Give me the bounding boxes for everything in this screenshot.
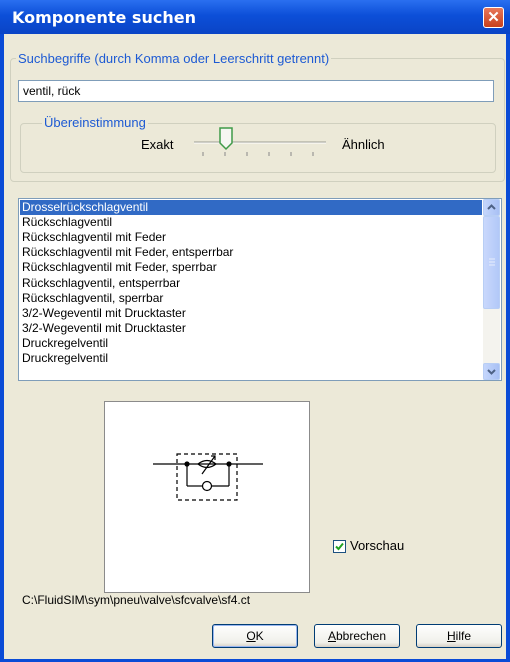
scroll-down-button[interactable] [483, 363, 500, 380]
close-button[interactable]: ✕ [483, 7, 504, 28]
list-item[interactable]: 3/2-Wegeventil mit Drucktaster [20, 321, 482, 336]
exact-label: Exakt [141, 137, 174, 152]
list-item[interactable]: Rückschlagventil mit Feder, entsperrbar [20, 245, 482, 260]
list-item[interactable]: Drosselrückschlagventil [20, 200, 482, 215]
symbol-preview [104, 401, 310, 593]
arrow-up-icon [487, 204, 496, 210]
list-item[interactable]: Druckregelventil [20, 351, 482, 366]
cancel-mnemonic: A [327, 629, 336, 643]
vertical-scrollbar[interactable] [483, 199, 500, 380]
preview-checkbox-label: Vorschau [350, 538, 405, 553]
help-mnemonic: H [446, 629, 456, 643]
dialog-body: Suchbegriffe (durch Komma oder Leerschri… [4, 34, 506, 659]
similar-label: Ähnlich [342, 137, 385, 152]
list-item[interactable]: 3/2-Wegeventil mit Drucktaster [20, 306, 482, 321]
close-icon: ✕ [487, 9, 500, 26]
component-path: C:\FluidSIM\sym\pneu\valve\sfcvalve\sf4.… [22, 593, 251, 607]
search-input[interactable]: ventil, rück [18, 80, 494, 102]
checkmark-icon [335, 542, 344, 551]
slider-thumb[interactable] [219, 127, 233, 151]
title-bar[interactable]: Komponente suchen ✕ [0, 0, 510, 34]
scroll-thumb[interactable] [483, 216, 500, 309]
cancel-button[interactable]: Abbrechen [314, 624, 400, 648]
ok-button[interactable]: OK [212, 624, 298, 648]
arrow-down-icon [487, 369, 496, 375]
search-group-label: Suchbegriffe (durch Komma oder Leerschri… [16, 51, 332, 66]
list-item[interactable]: Rückschlagventil mit Feder, sperrbar [20, 260, 482, 275]
help-button[interactable]: Hilfe [416, 624, 502, 648]
check-valve-symbol-icon [153, 453, 263, 501]
help-label-rest: ilfe [455, 629, 471, 643]
dialog-window: Komponente suchen ✕ Suchbegriffe (durch … [0, 0, 510, 662]
list-item[interactable]: Rückschlagventil mit Feder [20, 230, 482, 245]
similarity-slider[interactable] [192, 122, 332, 162]
grip-icon [489, 258, 495, 266]
preview-checkbox[interactable] [333, 540, 346, 553]
cancel-label-rest: bbrechen [335, 629, 387, 643]
list-item[interactable]: Rückschlagventil, entsperrbar [20, 276, 482, 291]
match-group-label: Übereinstimmung [42, 115, 148, 130]
list-item[interactable]: Rückschlagventil, sperrbar [20, 291, 482, 306]
window-title: Komponente suchen [12, 8, 196, 27]
ok-mnemonic: O [246, 629, 256, 643]
ok-label-rest: K [255, 629, 264, 643]
list-item[interactable]: Rückschlagventil [20, 215, 482, 230]
results-list[interactable]: Drosselrückschlagventil Rückschlagventil R… [18, 198, 502, 381]
list-item[interactable]: Druckregelventil [20, 336, 482, 351]
scroll-up-button[interactable] [483, 199, 500, 216]
